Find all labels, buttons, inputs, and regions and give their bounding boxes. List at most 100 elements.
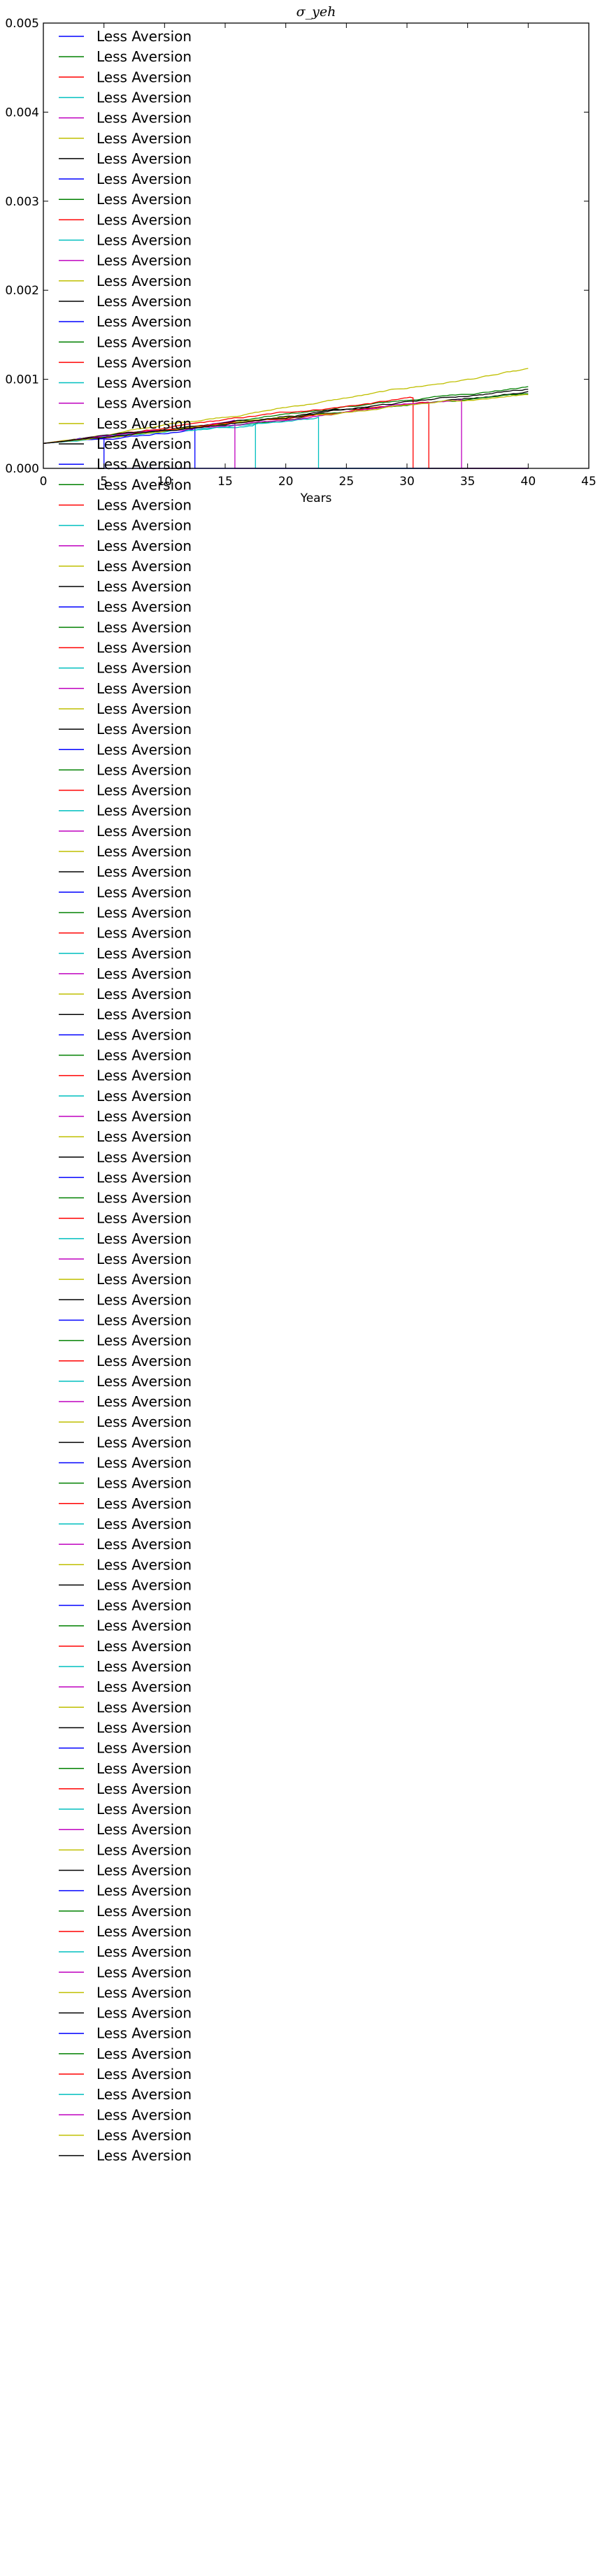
- legend-label: Less Aversion: [97, 2025, 192, 2042]
- legend-label: Less Aversion: [97, 538, 192, 554]
- legend-label: Less Aversion: [97, 1311, 192, 1328]
- legend-label: Less Aversion: [97, 1903, 192, 1920]
- legend-label: Less Aversion: [97, 1719, 192, 1736]
- legend-label: Less Aversion: [97, 1536, 192, 1553]
- legend-label: Less Aversion: [97, 2005, 192, 2022]
- legend-label: Less Aversion: [97, 2106, 192, 2123]
- line-chart: 0 5 10 15 20 25 30 35 40 450.0000.0010.0020.0030.…: [5, 4, 597, 2164]
- x-tick-label: 30: [399, 475, 415, 489]
- legend-label: Less Aversion: [97, 1455, 192, 1472]
- legend-label: Less Aversion: [97, 598, 192, 615]
- legend-label: Less Aversion: [97, 721, 192, 737]
- legend-label: Less Aversion: [97, 293, 192, 310]
- legend-label: Less Aversion: [97, 925, 192, 942]
- legend-label: Less Aversion: [97, 1801, 192, 1818]
- legend-label: Less Aversion: [97, 1516, 192, 1532]
- legend-label: Less Aversion: [97, 517, 192, 534]
- legend-label: Less Aversion: [97, 1475, 192, 1492]
- legend-label: Less Aversion: [97, 1943, 192, 1960]
- y-tick-label: 0.004: [5, 106, 39, 120]
- legend-label: Less Aversion: [97, 1149, 192, 1165]
- legend-label: Less Aversion: [97, 1923, 192, 1940]
- legend-label: Less Aversion: [97, 680, 192, 697]
- legend-label: Less Aversion: [97, 1047, 192, 1064]
- legend-label: Less Aversion: [97, 823, 192, 840]
- legend-label: Less Aversion: [97, 2066, 192, 2082]
- legend-label: Less Aversion: [97, 1576, 192, 1593]
- legend-label: Less Aversion: [97, 1210, 192, 1227]
- legend-label: Less Aversion: [97, 436, 192, 452]
- x-tick-label: 0: [40, 475, 48, 489]
- legend-label: Less Aversion: [97, 1862, 192, 1879]
- legend-label: Less Aversion: [97, 2147, 192, 2164]
- x-tick-label: 45: [581, 475, 597, 489]
- legend-label: Less Aversion: [97, 2045, 192, 2062]
- legend-label: Less Aversion: [97, 1495, 192, 1512]
- legend-label: Less Aversion: [97, 1413, 192, 1430]
- legend-label: Less Aversion: [97, 640, 192, 656]
- legend-label: Less Aversion: [97, 1821, 192, 1838]
- legend-label: Less Aversion: [97, 945, 192, 962]
- legend-label: Less Aversion: [97, 619, 192, 635]
- legend-label: Less Aversion: [97, 110, 192, 127]
- legend-label: Less Aversion: [97, 150, 192, 167]
- y-tick-label: 0.001: [5, 373, 39, 387]
- legend-label: Less Aversion: [97, 28, 192, 45]
- legend-label: Less Aversion: [97, 1128, 192, 1145]
- legend-label: Less Aversion: [97, 2086, 192, 2103]
- legend-label: Less Aversion: [97, 863, 192, 880]
- legend-label: Less Aversion: [97, 191, 192, 208]
- legend-label: Less Aversion: [97, 803, 192, 819]
- legend-label: Less Aversion: [97, 333, 192, 350]
- legend-label: Less Aversion: [97, 375, 192, 391]
- legend-label: Less Aversion: [97, 1353, 192, 1369]
- legend-label: Less Aversion: [97, 1556, 192, 1573]
- legend-label: Less Aversion: [97, 1678, 192, 1695]
- legend-label: Less Aversion: [97, 273, 192, 289]
- legend-label: Less Aversion: [97, 1373, 192, 1390]
- legend-label: Less Aversion: [97, 211, 192, 228]
- legend-label: Less Aversion: [97, 1067, 192, 1084]
- y-tick-label: 0.005: [5, 17, 39, 31]
- legend-label: Less Aversion: [97, 843, 192, 860]
- chart-title: σ_yeh: [297, 4, 336, 20]
- legend-label: Less Aversion: [97, 1108, 192, 1125]
- legend-label: Less Aversion: [97, 1760, 192, 1777]
- legend-label: Less Aversion: [97, 415, 192, 432]
- legend-label: Less Aversion: [97, 252, 192, 269]
- legend-label: Less Aversion: [97, 1638, 192, 1655]
- legend-label: Less Aversion: [97, 232, 192, 249]
- legend-label: Less Aversion: [97, 660, 192, 677]
- legend-label: Less Aversion: [97, 476, 192, 493]
- legend-label: Less Aversion: [97, 1251, 192, 1267]
- legend-label: Less Aversion: [97, 313, 192, 330]
- legend-label: Less Aversion: [97, 904, 192, 921]
- legend-label: Less Aversion: [97, 456, 192, 473]
- legend-label: Less Aversion: [97, 700, 192, 717]
- y-tick-label: 0.000: [5, 462, 39, 476]
- legend-label: Less Aversion: [97, 395, 192, 412]
- legend-label: Less Aversion: [97, 130, 192, 147]
- legend-label: Less Aversion: [97, 89, 192, 106]
- legend-label: Less Aversion: [97, 1291, 192, 1308]
- legend-label: Less Aversion: [97, 1230, 192, 1247]
- legend-label: Less Aversion: [97, 1658, 192, 1675]
- legend-label: Less Aversion: [97, 1393, 192, 1410]
- x-tick-label: 15: [217, 475, 233, 489]
- legend-label: Less Aversion: [97, 496, 192, 513]
- x-tick-label: 20: [278, 475, 294, 489]
- legend-label: Less Aversion: [97, 171, 192, 187]
- legend-label: Less Aversion: [97, 1434, 192, 1451]
- legend-label: Less Aversion: [97, 782, 192, 799]
- legend-label: Less Aversion: [97, 965, 192, 982]
- legend-label: Less Aversion: [97, 1883, 192, 1899]
- legend-label: Less Aversion: [97, 761, 192, 778]
- legend-label: Less Aversion: [97, 1190, 192, 1207]
- legend-label: Less Aversion: [97, 1964, 192, 1980]
- legend-label: Less Aversion: [97, 1006, 192, 1023]
- legend-label: Less Aversion: [97, 1984, 192, 2001]
- x-axis-title: Years: [300, 491, 332, 505]
- legend-label: Less Aversion: [97, 558, 192, 575]
- legend-label: Less Aversion: [97, 1841, 192, 1858]
- x-tick-label: 40: [521, 475, 536, 489]
